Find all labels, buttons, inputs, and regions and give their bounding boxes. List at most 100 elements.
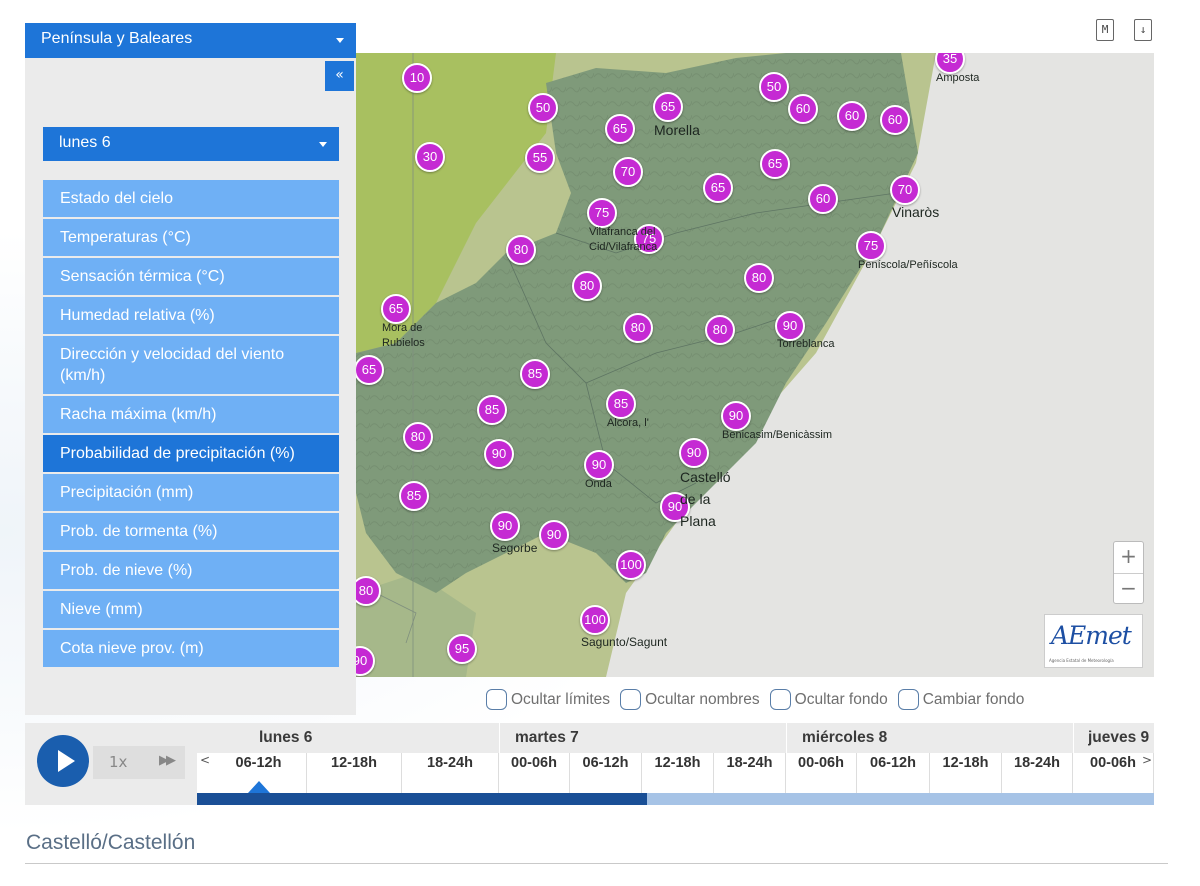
precip-badge[interactable]: 75 (856, 231, 886, 261)
menu-item-precipitation[interactable]: Precipitación (mm) (43, 474, 339, 511)
precip-badge[interactable]: 90 (721, 401, 751, 431)
location-title: Castelló/Castellón (26, 831, 196, 854)
menu-item-snow-level[interactable]: Cota nieve prov. (m) (43, 630, 339, 667)
precip-badge[interactable]: 60 (880, 105, 910, 135)
precip-badge[interactable]: 50 (528, 93, 558, 123)
variable-menu: Estado del cielo Temperaturas (°C) Sensa… (43, 180, 339, 669)
day-select[interactable]: lunes 6 (43, 127, 339, 161)
timeline-slot[interactable]: 12-18h (307, 753, 402, 793)
checkbox-label: Ocultar nombres (645, 690, 760, 708)
change-background-checkbox[interactable]: Cambiar fondo (897, 689, 1025, 710)
map-mode-icon[interactable]: M (1096, 19, 1114, 41)
timeline-slot[interactable]: 12-18h (642, 753, 714, 793)
zoom-in-button[interactable]: + (1114, 542, 1143, 573)
checkbox-label: Ocultar límites (511, 690, 611, 708)
precip-badge[interactable]: 60 (808, 184, 838, 214)
menu-item-storm-probability[interactable]: Prob. de tormenta (%) (43, 513, 339, 550)
precip-badge[interactable]: 80 (705, 315, 735, 345)
checkbox-box[interactable] (486, 689, 507, 710)
precip-badge[interactable]: 55 (525, 143, 555, 173)
timeline-slot[interactable]: 06-12h (570, 753, 642, 793)
menu-item-precip-probability[interactable]: Probabilidad de precipitación (%) (43, 435, 339, 472)
chevron-down-icon (336, 38, 344, 43)
precip-badge[interactable]: 85 (477, 395, 507, 425)
place-label: Morella (654, 122, 700, 138)
timeline-next-arrow[interactable]: > (1142, 753, 1152, 767)
timeline-slot[interactable]: 00-06h (786, 753, 857, 793)
day-separator (1073, 723, 1074, 753)
precip-badge[interactable]: 85 (399, 481, 429, 511)
checkbox-label: Cambiar fondo (922, 690, 1025, 708)
menu-item-snow-probability[interactable]: Prob. de nieve (%) (43, 552, 339, 589)
timeline-prev-arrow[interactable]: < (200, 753, 210, 767)
selected-slot-pointer (248, 781, 270, 793)
menu-item-temperatures[interactable]: Temperaturas (°C) (43, 219, 339, 256)
place-label: Benicasim/Benicàssim (722, 429, 833, 441)
timeline-slots: 06-12h 12-18h 18-24h 00-06h 06-12h 12-18h 18-2… (197, 753, 1154, 793)
precip-badge[interactable]: 90 (484, 439, 514, 469)
hide-names-checkbox[interactable]: Ocultar nombres (620, 689, 760, 710)
precip-badge[interactable]: 90 (584, 450, 614, 480)
side-panel: Península y Baleares « lunes 6 Estado de… (25, 23, 356, 715)
precip-badge[interactable]: 90 (539, 520, 569, 550)
precip-badge[interactable]: 50 (759, 72, 789, 102)
place-label: Peníscola/Peñíscola (858, 259, 958, 271)
zoom-out-button[interactable]: − (1114, 573, 1143, 604)
speed-control[interactable]: 1x ▶▶ (93, 746, 185, 779)
precip-badge[interactable]: 75 (587, 198, 617, 228)
timeline-days: lunes 6 martes 7 miércoles 8 jueves 9 (197, 723, 1154, 753)
checkbox-box[interactable] (897, 689, 919, 710)
play-button[interactable] (37, 735, 89, 787)
precip-badge[interactable]: 95 (447, 634, 477, 664)
precip-badge[interactable]: 65 (381, 294, 411, 324)
precip-badge[interactable]: 10 (402, 63, 432, 93)
timeline-slot[interactable]: 18-24h (714, 753, 786, 793)
region-select[interactable]: Península y Baleares (25, 23, 356, 58)
precip-badge[interactable]: 85 (606, 389, 636, 419)
place-label: Vilafranca del Cid/Vilafranca (589, 226, 658, 253)
precip-badge[interactable]: 80 (572, 271, 602, 301)
precip-badge[interactable]: 80 (623, 313, 653, 343)
precip-badge[interactable]: 90 (679, 438, 709, 468)
timeline-slot[interactable]: 00-06h (499, 753, 570, 793)
hide-borders-checkbox[interactable]: Ocultar límites (486, 689, 610, 710)
precip-badge[interactable]: 65 (703, 173, 733, 203)
place-label: Vinaròs (892, 204, 940, 220)
menu-item-humidity[interactable]: Humedad relativa (%) (43, 297, 339, 334)
timeline-strip: lunes 6 martes 7 miércoles 8 jueves 9 06… (197, 723, 1154, 805)
menu-item-wind-chill[interactable]: Sensación térmica (°C) (43, 258, 339, 295)
download-icon[interactable]: ↓ (1134, 19, 1152, 41)
timeline-progress-fill (197, 793, 647, 805)
precip-badge[interactable]: 90 (490, 511, 520, 541)
checkbox-box[interactable] (769, 689, 791, 710)
menu-item-max-gust[interactable]: Racha máxima (km/h) (43, 396, 339, 433)
forecast-map[interactable]: 35 10 50 65 50 60 60 60 65 55 30 70 65 6… (356, 53, 1154, 677)
precip-badge[interactable]: 60 (788, 94, 818, 124)
precip-badge[interactable]: 80 (744, 263, 774, 293)
precip-badge[interactable]: 80 (403, 422, 433, 452)
timeline-progress[interactable] (197, 793, 1154, 805)
timeline-slot[interactable]: 18-24h (1002, 753, 1073, 793)
menu-item-snow[interactable]: Nieve (mm) (43, 591, 339, 628)
precip-badge[interactable]: 80 (506, 235, 536, 265)
timeline-slot[interactable]: 06-12h (857, 753, 930, 793)
precip-badge[interactable]: 65 (653, 92, 683, 122)
timeline-slot[interactable]: 18-24h (402, 753, 499, 793)
precip-badge[interactable]: 100 (580, 605, 610, 635)
fast-forward-icon[interactable]: ▶▶ (159, 753, 176, 768)
timeline-slot[interactable]: 12-18h (930, 753, 1002, 793)
checkbox-box[interactable] (620, 689, 642, 710)
hide-background-checkbox[interactable]: Ocultar fondo (769, 689, 888, 710)
checkbox-label: Ocultar fondo (794, 690, 888, 708)
place-label: Amposta (936, 72, 980, 84)
precip-badge[interactable]: 100 (616, 550, 646, 580)
menu-item-sky-state[interactable]: Estado del cielo (43, 180, 339, 217)
precip-badge[interactable]: 60 (837, 101, 867, 131)
collapse-panel-button[interactable]: « (325, 61, 354, 91)
menu-item-wind[interactable]: Dirección y velocidad del viento (km/h) (43, 336, 339, 394)
precip-badge[interactable]: 85 (520, 359, 550, 389)
precip-badge[interactable]: 65 (760, 149, 790, 179)
precip-badge[interactable]: 30 (415, 142, 445, 172)
precip-badge[interactable]: 70 (613, 157, 643, 187)
precip-badge[interactable]: 65 (605, 114, 635, 144)
